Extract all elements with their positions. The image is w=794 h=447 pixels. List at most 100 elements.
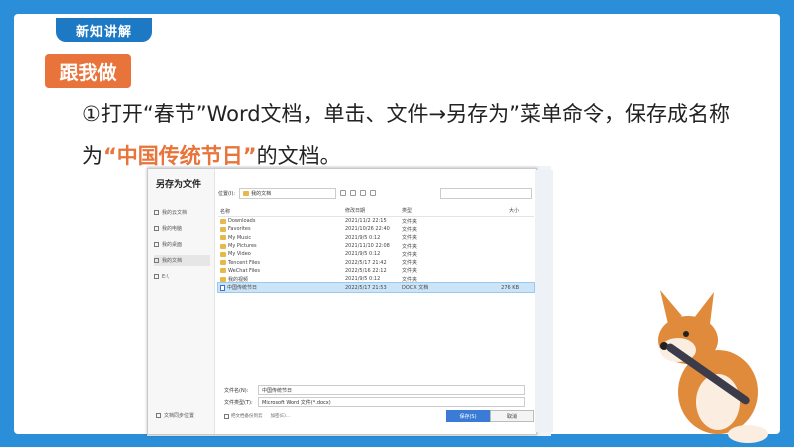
sidebar-item[interactable]: 我的桌面 [154, 239, 210, 250]
sidebar-item-label: E:\ [162, 273, 169, 280]
file-name-cell: My Video [218, 251, 345, 257]
dialog-sidebar: 另存为文件 我的云文档我的电脑我的桌面我的文档 E:\ 文档同步位置 [148, 169, 215, 434]
up-folder-icon[interactable] [350, 190, 357, 196]
sidebar-item[interactable]: E:\ [154, 271, 210, 282]
folder-icon [243, 190, 250, 196]
file-row[interactable]: 我的视频 2021/9/5 0:12 文件夹 [218, 275, 534, 283]
file-date: 2021/9/5 0:12 [345, 276, 381, 283]
file-row[interactable]: Downloads 2021/11/2 22:15 文件夹 [218, 217, 534, 225]
file-row[interactable]: 中国传统节日 2022/5/17 21:53 DOCX 文档 276 KB [217, 282, 535, 293]
file-row[interactable]: Favorites 2021/10/26 22:40 文件夹 [218, 225, 534, 233]
folder-icon [220, 243, 226, 249]
file-list-header: 名称 修改日期 类型 大小 [218, 207, 534, 217]
file-name-cell: WeChat Files [218, 268, 345, 274]
sidebar-item[interactable]: 我的电脑 [154, 223, 210, 234]
checkbox-icon [224, 413, 229, 419]
backup-checkbox[interactable]: 把文档备份到云 加密(E)... [224, 413, 290, 419]
filename-input[interactable]: 中国传统节日 [258, 385, 525, 395]
file-name-cell: Tencent Files [218, 260, 345, 266]
file-name: My Music [228, 234, 252, 241]
app-side-strip [535, 170, 553, 432]
folder-icon [220, 260, 226, 266]
view-icon[interactable] [370, 190, 377, 196]
file-name: Favorites [228, 226, 251, 233]
col-date[interactable]: 修改日期 [345, 207, 402, 216]
instruction-text: ①打开“春节”Word文档，单击、文件→另存为”菜单命令，保存成名称为“中国传统… [82, 93, 732, 177]
file-name-cell: My Music [218, 235, 345, 241]
file-name: Tencent Files [228, 259, 260, 266]
file-date: 2021/10/26 22:40 [345, 226, 390, 233]
corgi-paw [728, 425, 768, 443]
file-type: 文件夹 [402, 218, 418, 225]
sidebar-item[interactable]: 我的云文档 [154, 207, 210, 218]
location-icon [154, 226, 159, 231]
filename-label: 文件名(N): [224, 387, 249, 394]
file-name: Downloads [228, 218, 256, 225]
sidebar-item[interactable]: 我的文档 [154, 255, 210, 266]
file-name-cell: Favorites [218, 226, 345, 232]
file-date: 2022/5/17 21:42 [345, 259, 387, 266]
file-type: 文件夹 [402, 235, 418, 242]
sidebar-item-label: 我的文档 [162, 258, 183, 264]
sync-icon [156, 413, 161, 418]
corgi-eye [683, 331, 689, 337]
location-icon [154, 258, 159, 263]
file-size: 276 KB [501, 284, 519, 291]
location-select[interactable]: 我的文档 [239, 187, 337, 199]
file-type: 文件夹 [402, 276, 418, 283]
encrypt-link[interactable]: 加密(E)... [271, 413, 291, 419]
label-badge: 跟我做 [45, 54, 131, 88]
file-date: 2021/11/10 22:08 [345, 243, 390, 250]
file-row[interactable]: WeChat Files 2022/5/16 22:12 文件夹 [218, 267, 534, 275]
col-size[interactable]: 大小 [459, 207, 519, 216]
file-type: 文件夹 [402, 251, 418, 258]
sync-location-link[interactable]: 文档同步位置 [156, 412, 194, 419]
folder-icon [220, 251, 226, 257]
col-type[interactable]: 类型 [402, 207, 459, 216]
corgi-mascot-illustration [658, 290, 768, 443]
dialog-title: 另存为文件 [156, 180, 202, 190]
sidebar-item-label: 我的电脑 [162, 226, 183, 232]
file-date: 2022/5/16 22:12 [345, 267, 387, 274]
file-row[interactable]: My Music 2021/9/5 0:12 文件夹 [218, 234, 534, 242]
instruction-highlight: “中国传统节日” [103, 144, 257, 168]
file-name-cell: My Pictures [218, 243, 345, 249]
file-date: 2021/11/2 22:15 [345, 218, 387, 225]
file-date: 2021/9/5 0:12 [345, 234, 381, 241]
file-type: 文件夹 [402, 260, 418, 267]
search-input[interactable] [440, 188, 532, 199]
file-row[interactable]: Tencent Files 2022/5/17 21:42 文件夹 [218, 258, 534, 266]
filetype-row: 文件类型(T): Microsoft Word 文件(*.docx) [224, 397, 525, 407]
section-tag: 新知讲解 [56, 18, 152, 42]
filetype-select[interactable]: Microsoft Word 文件(*.docx) [258, 397, 525, 407]
file-name-cell: 我的视频 [218, 276, 345, 283]
file-type: 文件夹 [402, 243, 418, 250]
save-button[interactable]: 保存(S) [446, 410, 490, 422]
file-name: WeChat Files [228, 267, 260, 274]
filename-row: 文件名(N): 中国传统节日 [224, 385, 525, 395]
folder-icon [220, 268, 226, 274]
file-date: 2022/5/17 21:53 [345, 284, 387, 291]
sidebar-item-label: 我的桌面 [162, 242, 183, 248]
docx-file-icon [220, 284, 225, 291]
back-icon[interactable] [340, 190, 347, 196]
file-name-cell: 中国传统节日 [218, 284, 345, 291]
file-row[interactable]: My Pictures 2021/11/10 22:08 文件夹 [218, 242, 534, 250]
file-name: My Video [228, 251, 251, 258]
file-type: 文件夹 [402, 268, 418, 275]
sidebar-item-label: 我的云文档 [162, 210, 188, 216]
col-name[interactable]: 名称 [218, 207, 345, 216]
location-icon [154, 210, 159, 215]
file-name: 我的视频 [228, 276, 249, 283]
file-name-cell: Downloads [218, 218, 345, 224]
cancel-button[interactable]: 取消 [490, 410, 534, 422]
filetype-label: 文件类型(T): [224, 399, 253, 406]
file-row[interactable]: My Video 2021/9/5 0:12 文件夹 [218, 250, 534, 258]
folder-icon [220, 226, 226, 232]
file-date: 2021/9/5 0:12 [345, 251, 381, 258]
new-folder-icon[interactable] [360, 190, 367, 196]
file-type: DOCX 文档 [402, 285, 429, 292]
instruction-post: 的文档。 [256, 144, 341, 168]
folder-icon [220, 235, 226, 241]
location-icon [154, 274, 159, 279]
